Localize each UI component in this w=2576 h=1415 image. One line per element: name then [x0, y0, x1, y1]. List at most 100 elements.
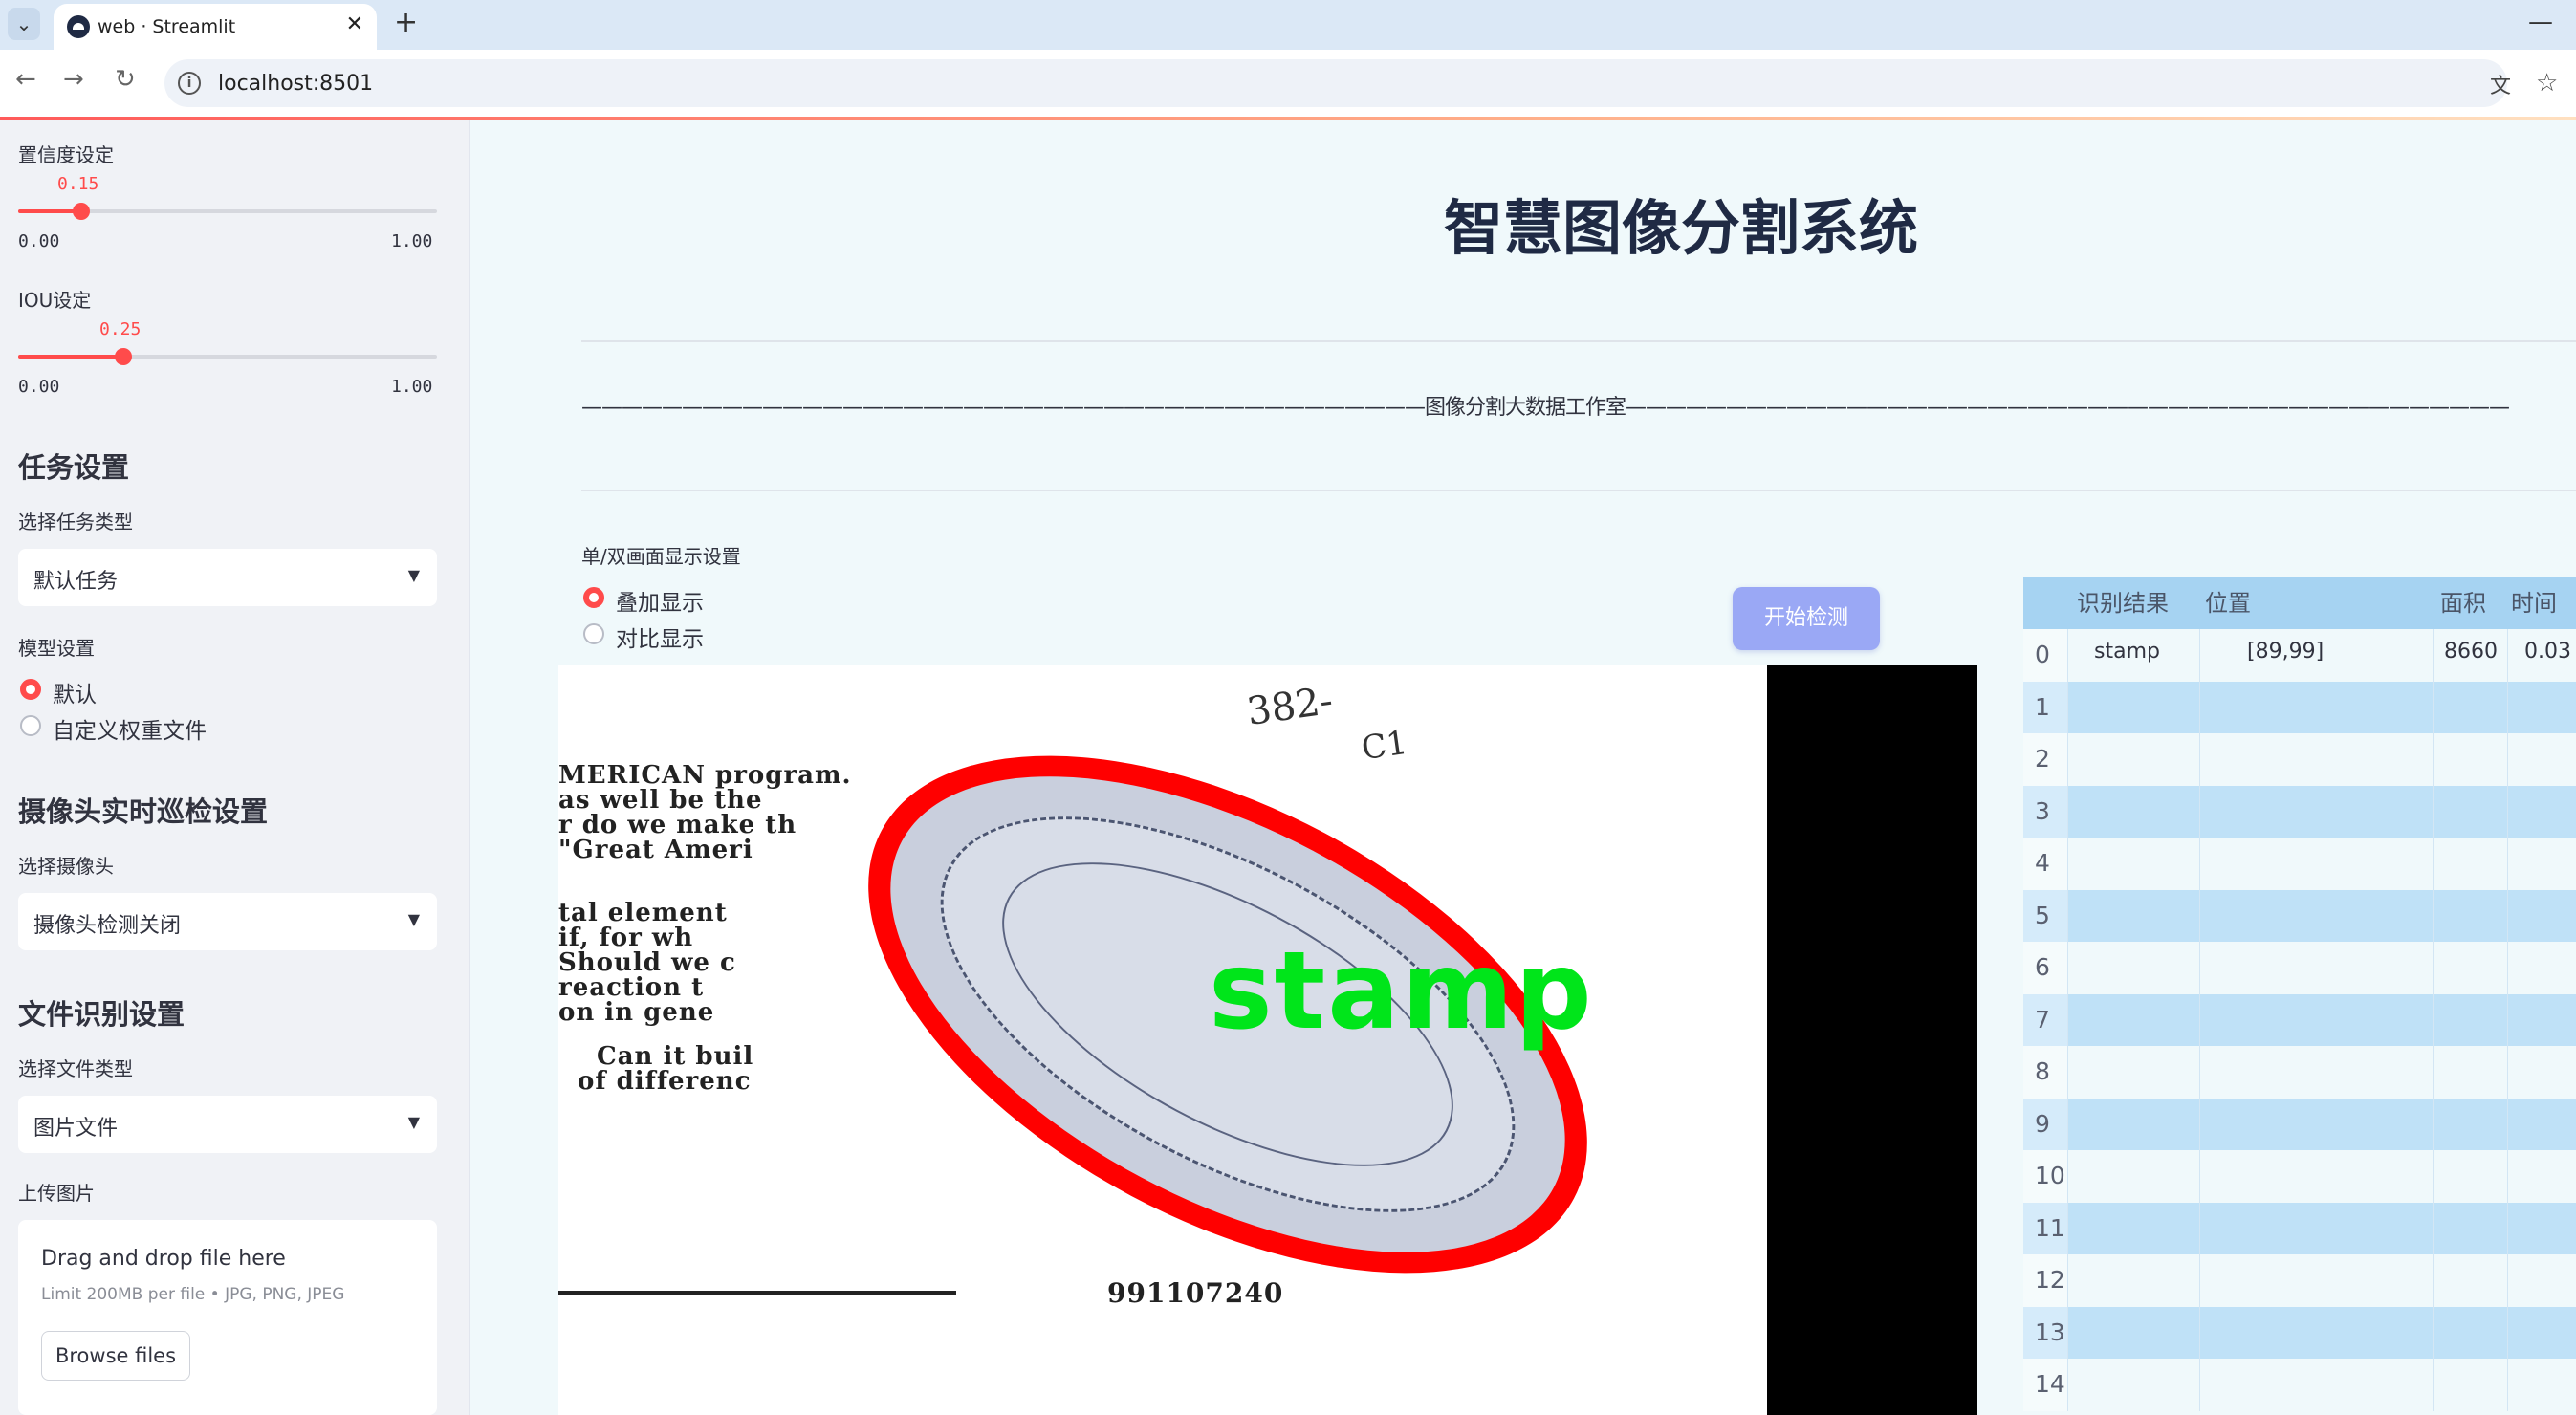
- column-separator: [2199, 785, 2200, 838]
- table-row[interactable]: 8: [2023, 1046, 2576, 1099]
- table-row[interactable]: 11: [2023, 1202, 2576, 1254]
- camera-settings-heading: 摄像头实时巡检设置: [18, 795, 269, 828]
- column-separator: [2067, 733, 2068, 786]
- confidence-slider[interactable]: [18, 203, 437, 220]
- browser-tab[interactable]: web · Streamlit ✕: [54, 4, 377, 50]
- browser-tab-bar: ⌄ web · Streamlit ✕ + —: [0, 0, 2576, 50]
- column-separator: [2507, 681, 2508, 733]
- url-field[interactable]: i localhost:8501: [164, 59, 2507, 107]
- column-separator: [2199, 1254, 2200, 1307]
- confidence-max: 1.00: [391, 231, 433, 251]
- column-separator: [2199, 1046, 2200, 1099]
- row-index: 1: [2023, 681, 2067, 733]
- document-text-line: "Great Ameri: [558, 836, 753, 864]
- display-option-label: 对比显示: [616, 627, 704, 652]
- task-type-select[interactable]: 默认任务 ▼: [18, 549, 437, 606]
- radio-selected-icon[interactable]: [583, 587, 604, 608]
- segmentation-result-image: 382- C1 MERICAN program. as well be the …: [558, 665, 1977, 1415]
- browse-files-button[interactable]: Browse files: [41, 1331, 190, 1381]
- header-index-cell: [2023, 577, 2067, 629]
- row-index: 9: [2023, 1098, 2067, 1150]
- back-icon[interactable]: ←: [15, 65, 36, 94]
- iou-slider-thumb[interactable]: [114, 348, 132, 365]
- file-uploader-dropzone[interactable]: Drag and drop file here Limit 200MB per …: [18, 1220, 437, 1415]
- task-type-value: 默认任务: [33, 570, 119, 594]
- start-detection-button[interactable]: 开始检测: [1733, 587, 1880, 650]
- column-header: 识别结果: [2077, 590, 2169, 617]
- document-text-line: on in gene: [558, 998, 715, 1027]
- url-text: localhost:8501: [218, 72, 374, 96]
- column-separator: [2507, 785, 2508, 838]
- confidence-slider-thumb[interactable]: [72, 203, 90, 220]
- tab-title: web · Streamlit: [98, 16, 236, 37]
- column-separator: [2507, 993, 2508, 1046]
- row-index: 7: [2023, 993, 2067, 1046]
- column-separator: [2433, 1254, 2434, 1307]
- table-row[interactable]: 0 stamp [89,99] 8660 0.03: [2023, 629, 2576, 682]
- model-option-label: 默认: [53, 683, 97, 708]
- column-separator: [2507, 1306, 2508, 1359]
- column-separator: [2507, 1202, 2508, 1254]
- radio-unselected-icon[interactable]: [20, 715, 41, 736]
- row-index: 3: [2023, 785, 2067, 838]
- table-row[interactable]: 7: [2023, 993, 2576, 1046]
- table-row[interactable]: 1: [2023, 681, 2576, 733]
- table-row[interactable]: 10: [2023, 1150, 2576, 1203]
- table-row[interactable]: 6: [2023, 942, 2576, 994]
- column-header: 面积: [2440, 590, 2486, 617]
- chevron-down-icon: ▼: [407, 910, 420, 928]
- radio-unselected-icon[interactable]: [583, 623, 604, 644]
- tab-list-chevron-icon[interactable]: ⌄: [8, 8, 40, 40]
- model-option-label: 自定义权重文件: [53, 719, 207, 744]
- display-option-label: 叠加显示: [616, 591, 704, 616]
- iou-min: 0.00: [18, 377, 60, 397]
- table-row[interactable]: 3: [2023, 785, 2576, 838]
- column-separator: [2433, 733, 2434, 786]
- page-title: 智慧图像分割系统: [1443, 193, 1918, 263]
- table-row[interactable]: 4: [2023, 838, 2576, 890]
- table-row[interactable]: 5: [2023, 889, 2576, 942]
- column-separator: [2507, 1359, 2508, 1411]
- table-row[interactable]: 13: [2023, 1306, 2576, 1359]
- upload-limit-text: Limit 200MB per file • JPG, PNG, JPEG: [41, 1285, 345, 1304]
- tab-close-icon[interactable]: ✕: [346, 12, 363, 36]
- file-type-select[interactable]: 图片文件 ▼: [18, 1096, 437, 1153]
- window-minimize-icon[interactable]: —: [2528, 8, 2553, 36]
- column-separator: [2067, 785, 2068, 838]
- handwritten-note: 382-: [1244, 678, 1336, 735]
- table-cell-area: 8660: [2444, 640, 2498, 664]
- row-index: 6: [2023, 942, 2067, 994]
- camera-select[interactable]: 摄像头检测关闭 ▼: [18, 893, 437, 950]
- camera-value: 摄像头检测关闭: [33, 914, 182, 938]
- column-separator: [2067, 629, 2068, 682]
- table-row[interactable]: 2: [2023, 733, 2576, 786]
- table-row[interactable]: 12: [2023, 1254, 2576, 1307]
- column-separator: [2199, 942, 2200, 994]
- page-subtitle: ————————————————————————————————————————…: [581, 396, 2510, 420]
- reload-icon[interactable]: ↻: [115, 65, 136, 94]
- iou-slider[interactable]: [18, 348, 437, 365]
- table-row[interactable]: 9: [2023, 1098, 2576, 1150]
- table-row[interactable]: 14: [2023, 1359, 2576, 1411]
- new-tab-icon[interactable]: +: [394, 6, 418, 39]
- radio-selected-icon[interactable]: [20, 679, 41, 700]
- column-separator: [2433, 1306, 2434, 1359]
- column-separator: [2433, 838, 2434, 890]
- column-separator: [2067, 1202, 2068, 1254]
- translate-icon[interactable]: 文: [2490, 69, 2511, 99]
- column-separator: [2067, 1098, 2068, 1150]
- streamlit-favicon-icon: [67, 15, 90, 38]
- column-separator: [2507, 889, 2508, 942]
- column-separator: [2199, 681, 2200, 733]
- forward-icon[interactable]: →: [63, 65, 84, 94]
- row-index: 4: [2023, 838, 2067, 890]
- confidence-value: 0.15: [57, 174, 99, 194]
- column-separator: [2067, 1046, 2068, 1099]
- bookmark-star-icon[interactable]: ☆: [2536, 69, 2558, 98]
- column-separator: [2199, 838, 2200, 890]
- address-bar: ← → ↻ i localhost:8501 文 ☆: [0, 50, 2576, 117]
- divider: [581, 340, 2576, 342]
- column-separator: [2433, 1202, 2434, 1254]
- site-info-icon[interactable]: i: [178, 72, 201, 95]
- display-mode-label: 单/双画面显示设置: [581, 545, 741, 568]
